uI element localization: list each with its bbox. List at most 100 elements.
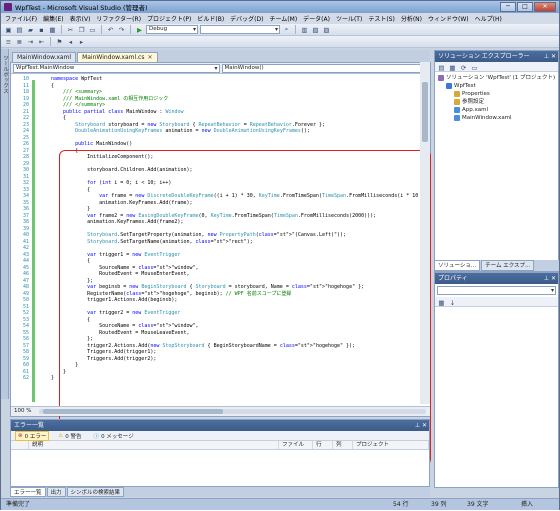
menu-build[interactable]: ビルド(B) — [197, 14, 224, 23]
show-all-files-icon[interactable]: ▦ — [448, 63, 457, 72]
menu-team[interactable]: チーム(M) — [269, 14, 297, 23]
outdent-icon[interactable]: ⇤ — [37, 37, 46, 46]
tab-mainwindow-xaml-cs[interactable]: MainWindow.xaml.cs ✕ — [77, 52, 158, 63]
solution-explorer-icon[interactable]: ▥ — [300, 25, 309, 34]
undo-icon[interactable]: ↶ — [106, 25, 115, 34]
menu-refactor[interactable]: リファクター(R) — [96, 14, 141, 23]
column-header-line[interactable]: 行 — [313, 441, 333, 449]
toolbox-icon[interactable]: ▨ — [322, 25, 331, 34]
status-bar: 準備完了 54 行 39 列 39 文字 挿入 — [1, 498, 559, 510]
tree-item[interactable]: 参照設定 — [435, 98, 558, 106]
tab-error-list[interactable]: エラー一覧 — [10, 487, 46, 497]
column-header-description[interactable]: 説明 — [29, 441, 279, 449]
pin-icon[interactable]: ⊥ ✕ — [544, 51, 556, 62]
tree-item[interactable]: MainWindow.xaml — [435, 114, 558, 122]
close-tab-icon[interactable]: ✕ — [148, 53, 153, 63]
menu-test[interactable]: テスト(S) — [368, 14, 395, 23]
toolbar-separator — [101, 25, 102, 34]
refresh-icon[interactable]: ⟳ — [459, 63, 468, 72]
object-selector-dropdown[interactable] — [437, 286, 556, 295]
menu-edit[interactable]: 編集(E) — [43, 14, 63, 23]
menu-view[interactable]: 表示(V) — [70, 14, 91, 23]
menu-help[interactable]: ヘルプ(H) — [475, 14, 502, 23]
tree-item-label: MainWindow.xaml — [462, 115, 512, 121]
menu-data[interactable]: データ(A) — [303, 14, 330, 23]
indent-icon[interactable]: ⇥ — [26, 37, 35, 46]
start-debug-icon[interactable]: ▶ — [135, 25, 144, 34]
menu-analyze[interactable]: 分析(N) — [401, 14, 422, 23]
editor-bottom-bar: 100 % — [11, 406, 430, 416]
errors-filter[interactable]: ⊗ 0 エラー — [15, 430, 50, 441]
properties-icon[interactable]: ▧ — [311, 25, 320, 34]
open-file-icon[interactable]: ▰ — [26, 25, 35, 34]
tab-team-explorer[interactable]: チーム エクスプ... — [481, 260, 535, 271]
vertical-scrollbar[interactable] — [420, 62, 430, 404]
toolbox-side-tab[interactable]: ツールボックス — [1, 49, 9, 399]
config-dropdown[interactable]: Debug — [146, 25, 198, 34]
next-bookmark-icon[interactable]: ▸ — [77, 37, 86, 46]
paste-icon[interactable]: ▭ — [88, 25, 97, 34]
tab-mainwindow-xaml[interactable]: MainWindow.xaml — [12, 52, 77, 62]
copy-icon[interactable]: ❐ — [77, 25, 86, 34]
code-area[interactable]: 10 namespace WpfTest 11{18 /// <summary> 19… — [11, 74, 430, 404]
close-button[interactable]: ✕ — [534, 2, 556, 12]
save-all-icon[interactable]: ▦ — [48, 25, 57, 34]
code-line[interactable]: InitializeComponent(); — [51, 154, 153, 161]
tree-item[interactable]: App.xaml — [435, 106, 558, 114]
tab-solution-explorer[interactable]: ソリューショ... — [434, 260, 481, 271]
member-dropdown[interactable]: MainWindow() — [221, 64, 428, 73]
column-header[interactable] — [11, 441, 29, 449]
warnings-filter[interactable]: ⚠ 0 警告 — [55, 431, 84, 441]
code-line[interactable]: storyboard.Children.Add(animation); — [51, 167, 192, 174]
menu-window[interactable]: ウィンドウ(W) — [428, 14, 469, 23]
messages-filter[interactable]: ⓘ 0 メッセージ — [91, 431, 137, 441]
column-header-file[interactable]: ファイル — [279, 441, 313, 449]
new-project-icon[interactable]: ▣ — [4, 25, 13, 34]
prev-bookmark-icon[interactable]: ◂ — [66, 37, 75, 46]
bookmark-icon[interactable]: ⚑ — [55, 37, 64, 46]
code-line[interactable]: } — [51, 375, 54, 382]
code-line[interactable]: public partial class MainWindow : Window — [51, 109, 183, 116]
code-line[interactable]: trigger1.Actions.Add(beginsb); — [51, 297, 177, 304]
tree-item-label: ソリューション 'WpfTest' (1 プロジェクト) — [446, 75, 556, 81]
menu-tools[interactable]: ツール(T) — [336, 14, 362, 23]
add-item-icon[interactable]: ▤ — [15, 25, 24, 34]
tab-output[interactable]: 出力 — [46, 487, 66, 497]
error-list-columns: 説明 ファイル 行 列 プロジェクト — [11, 441, 429, 450]
redo-icon[interactable]: ↷ — [117, 25, 126, 34]
menu-file[interactable]: ファイル(F) — [5, 14, 37, 23]
view-code-icon[interactable]: ▭ — [470, 63, 479, 72]
categorized-icon[interactable]: ▦ — [437, 298, 446, 307]
save-icon[interactable]: ▪ — [37, 25, 46, 34]
platform-dropdown[interactable] — [200, 25, 280, 34]
code-line[interactable]: animation.KeyFrames.Add(frame2); — [51, 219, 183, 226]
code-editor[interactable]: WpfTest.MainWindow MainWindow() 10namesp… — [10, 62, 431, 465]
type-dropdown[interactable]: WpfTest.MainWindow — [13, 64, 220, 73]
file-icon — [454, 115, 460, 121]
tab-find-symbol-results[interactable]: シンボルの検索結果 — [66, 487, 125, 497]
code-line[interactable]: DoubleAnimationUsingKeyFrames animation … — [51, 128, 310, 135]
tree-item[interactable]: Properties — [435, 90, 558, 98]
pin-icon[interactable]: ⊥ ✕ — [544, 273, 556, 284]
comment-icon[interactable]: ≡ — [4, 37, 13, 46]
alphabetical-icon[interactable]: ↓ — [448, 298, 457, 307]
find-icon[interactable]: ⌕ — [282, 25, 291, 34]
tree-item-label: App.xaml — [462, 107, 489, 113]
column-header-project[interactable]: プロジェクト — [353, 441, 429, 449]
code-line[interactable]: namespace WpfTest — [51, 76, 102, 83]
properties-icon[interactable]: ▤ — [437, 63, 446, 72]
pin-icon[interactable]: ⊥ ✕ — [415, 420, 427, 431]
column-header-col[interactable]: 列 — [333, 441, 353, 449]
cut-icon[interactable]: ✂ — [66, 25, 75, 34]
menu-project[interactable]: プロジェクト(P) — [147, 14, 191, 23]
tree-item[interactable]: ソリューション 'WpfTest' (1 プロジェクト) — [435, 74, 558, 82]
maximize-button[interactable]: □ — [517, 2, 533, 12]
minimize-button[interactable]: ─ — [500, 2, 516, 12]
menu-debug[interactable]: デバッグ(D) — [230, 14, 263, 23]
uncomment-icon[interactable]: ≣ — [15, 37, 24, 46]
horizontal-scrollbar[interactable] — [39, 409, 426, 414]
tree-item[interactable]: WpfTest — [435, 82, 558, 90]
code-line[interactable]: Storyboard.SetTargetName(animation, clas… — [51, 239, 253, 246]
zoom-level[interactable]: 100 % — [14, 407, 31, 416]
panel-title: ソリューション エクスプローラー — [438, 53, 530, 60]
